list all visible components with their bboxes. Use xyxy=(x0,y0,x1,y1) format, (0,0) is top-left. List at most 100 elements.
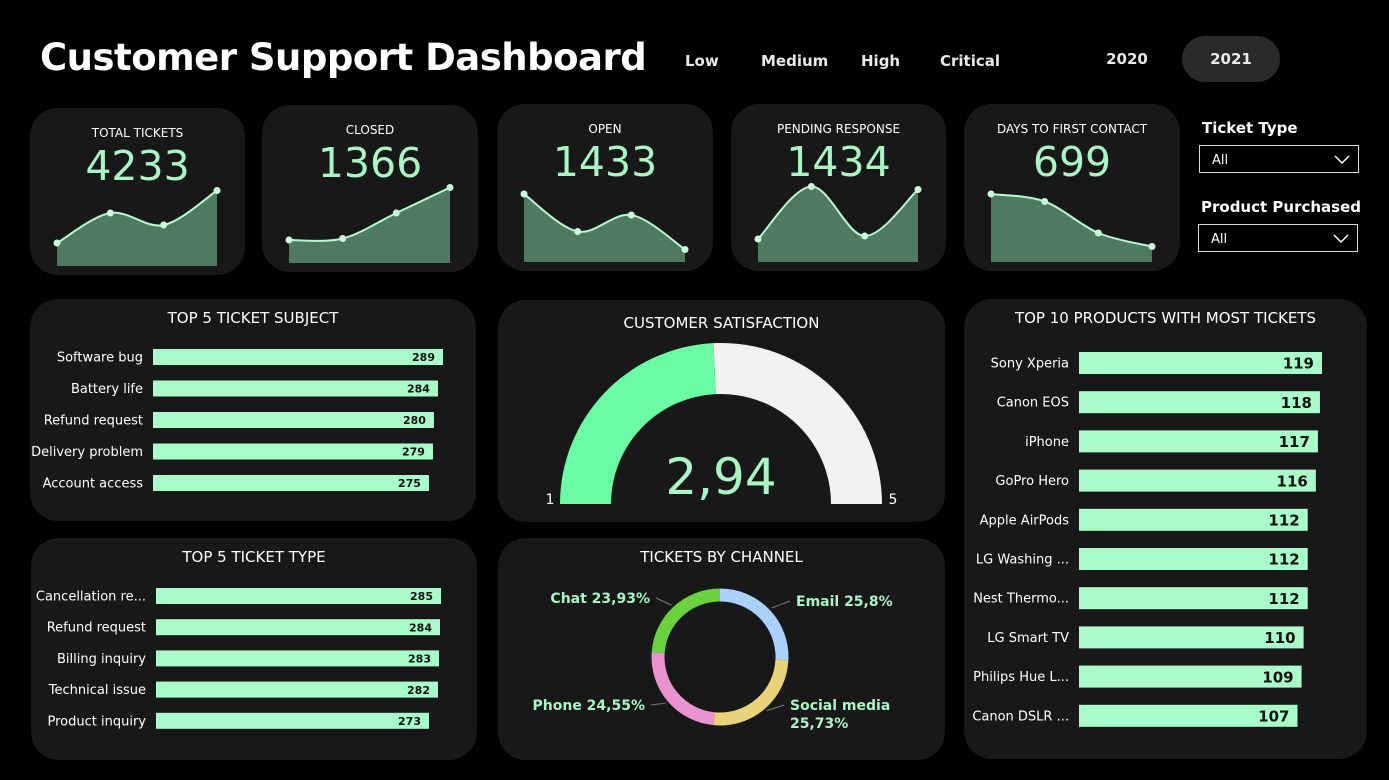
bar-value-label: 119 xyxy=(1283,355,1314,373)
bar-category-label: GoPro Hero xyxy=(995,474,1069,489)
bar-category-label: Product inquiry xyxy=(48,714,147,729)
year-filter-2020[interactable]: 2020 xyxy=(1078,36,1176,82)
donut-slice-label: Email 25,8% xyxy=(796,594,893,610)
priority-filter-low[interactable]: Low xyxy=(685,52,719,70)
donut-leader-line xyxy=(655,597,672,606)
sparkline-point xyxy=(861,232,869,240)
priority-filter-medium[interactable]: Medium xyxy=(761,52,828,70)
donut-leader-line xyxy=(766,704,785,712)
sparkline-point xyxy=(987,190,995,198)
top10-products-chart: Sony Xperia 119 Canon EOS 118 iPhone 117 GoPro… xyxy=(972,352,1322,727)
sparkline-point xyxy=(574,228,582,235)
bar-value-label: 110 xyxy=(1264,629,1295,647)
bar-value-label: 283 xyxy=(408,653,431,666)
sparkline-point xyxy=(53,239,61,247)
bar-value-label: 112 xyxy=(1268,512,1299,530)
top5-ticket-subject-card: TOP 5 TICKET SUBJECT Software bug 289 Batt… xyxy=(30,299,476,521)
sparkline-point xyxy=(106,209,114,217)
top10-products-card: TOP 10 PRODUCTS WITH MOST TICKETS Sony X… xyxy=(964,299,1367,759)
bar-category-label: Canon DSLR ... xyxy=(972,709,1069,724)
bar-value-label: 112 xyxy=(1268,590,1299,608)
donut-slice-value: 25,73% xyxy=(790,716,848,732)
priority-filter-high[interactable]: High xyxy=(861,52,900,70)
top5-ticket-type-chart: Cancellation re... 285 Refund request 284 Bi… xyxy=(36,588,441,729)
chevron-down-icon xyxy=(1334,155,1350,165)
donut-slice-label: Phone 24,55% xyxy=(533,698,646,714)
bar-category-label: Account access xyxy=(43,477,144,492)
bar xyxy=(156,619,440,636)
sparkline-point xyxy=(520,190,528,198)
gauge-value-label: 2,94 xyxy=(665,448,776,506)
bar-category-label: Delivery problem xyxy=(31,445,143,460)
kpi-sparkline xyxy=(53,187,221,266)
chevron-down-icon xyxy=(1333,234,1349,244)
bar xyxy=(156,712,429,729)
donut-slice xyxy=(719,588,789,661)
donut-slice-label: Chat 23,93% xyxy=(550,591,650,607)
sparkline-point xyxy=(754,235,762,243)
donut-leader-line xyxy=(771,600,791,609)
page-title: Customer Support Dashboard xyxy=(40,36,647,79)
sparkline-area xyxy=(758,186,918,262)
kpi-card-open: OPEN 1433 xyxy=(497,104,713,271)
bar-value-label: 116 xyxy=(1277,472,1308,490)
bar-category-label: Apple AirPods xyxy=(980,513,1070,528)
bar xyxy=(153,412,434,428)
bar-category-label: iPhone xyxy=(1025,435,1069,450)
bar-value-label: 109 xyxy=(1262,668,1293,686)
sparkline-point xyxy=(627,211,635,219)
donut-slice-label: Social media xyxy=(790,698,890,714)
sparkline-point xyxy=(392,209,400,217)
priority-filter-critical[interactable]: Critical xyxy=(940,52,1000,70)
bar-value-label: 112 xyxy=(1268,551,1299,569)
sparkline-point xyxy=(213,187,221,194)
bar-category-label: Technical issue xyxy=(48,683,146,698)
kpi-sparkline xyxy=(520,190,689,262)
bar-category-label: Philips Hue L... xyxy=(973,670,1069,685)
bar-value-label: 279 xyxy=(402,446,425,459)
product-purchased-label: Product Purchased xyxy=(1201,198,1361,216)
gauge-min-label: 1 xyxy=(546,492,555,508)
donut-leader-line xyxy=(650,702,666,706)
ticket-type-dropdown[interactable]: All xyxy=(1199,145,1359,173)
sparkline-point xyxy=(1041,198,1049,205)
sparkline-point xyxy=(807,183,815,190)
satisfaction-gauge: 2,94 1 5 xyxy=(546,343,898,508)
bar-value-label: 118 xyxy=(1281,394,1312,412)
donut-slice xyxy=(651,652,715,726)
bar-value-label: 282 xyxy=(407,684,430,697)
top5-ticket-type-card: TOP 5 TICKET TYPE Cancellation re... 285 R… xyxy=(31,538,477,760)
bar-category-label: Sony Xperia xyxy=(991,357,1069,372)
product-purchased-dropdown[interactable]: All xyxy=(1198,224,1358,252)
tickets-by-channel-card: TICKETS BY CHANNEL Email 25,8% Social med… xyxy=(498,538,945,760)
sparkline-point xyxy=(1094,229,1102,237)
bar-value-label: 107 xyxy=(1258,708,1289,726)
bar-category-label: Cancellation re... xyxy=(36,590,146,605)
bar-category-label: Canon EOS xyxy=(997,396,1069,411)
bar-category-label: LG Smart TV xyxy=(987,631,1069,646)
bar-value-label: 284 xyxy=(409,621,432,634)
bar-value-label: 284 xyxy=(407,383,430,396)
ticket-type-value: All xyxy=(1212,153,1229,168)
kpi-sparkline xyxy=(285,184,454,263)
sparkline-point xyxy=(446,184,454,191)
product-purchased-value: All xyxy=(1211,232,1228,247)
ticket-type-label: Ticket Type xyxy=(1202,119,1298,137)
sparkline-area xyxy=(991,194,1152,262)
donut-slice xyxy=(713,659,789,726)
bar-value-label: 275 xyxy=(398,477,421,490)
bar xyxy=(156,588,441,604)
top5-ticket-subject-chart: Software bug 289 Battery life 284 Refund req… xyxy=(31,349,443,492)
customer-satisfaction-card: CUSTOMER SATISFACTION 2,94 1 5 xyxy=(498,300,945,522)
bar-category-label: Nest Thermo... xyxy=(973,592,1069,607)
kpi-card-days-to-first-contact: DAYS TO FIRST CONTACT 699 xyxy=(964,104,1180,271)
kpi-card-pending-response: PENDING RESPONSE 1434 xyxy=(731,104,946,271)
bar-category-label: Refund request xyxy=(47,621,146,636)
year-filter-2021[interactable]: 2021 xyxy=(1182,36,1280,82)
bar-value-label: 289 xyxy=(412,351,435,364)
sparkline-area xyxy=(524,194,685,262)
kpi-card-total-tickets: TOTAL TICKETS 4233 xyxy=(30,108,245,275)
bar-category-label: Software bug xyxy=(57,351,143,366)
bar xyxy=(153,443,433,460)
gauge-max-label: 5 xyxy=(889,492,898,508)
